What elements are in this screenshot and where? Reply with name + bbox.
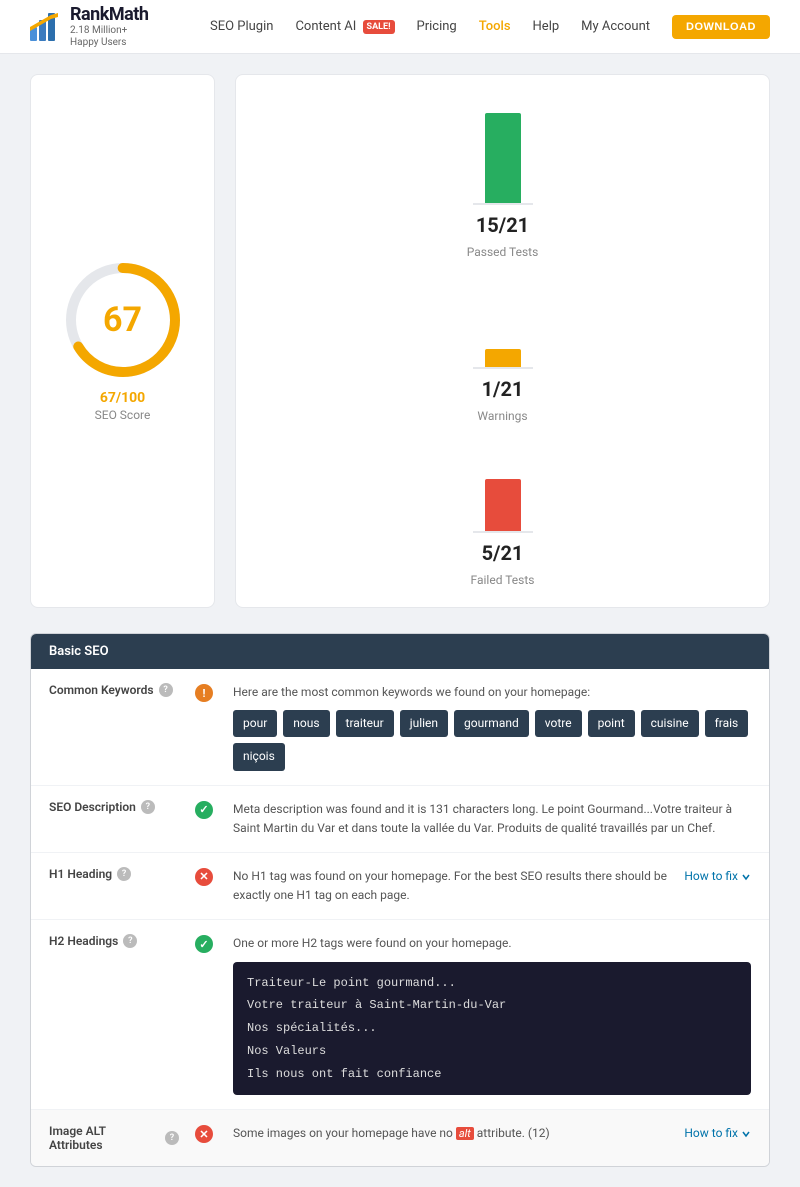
stat-passed: 15/21 Passed Tests xyxy=(467,95,539,259)
failed-label: Failed Tests xyxy=(471,573,535,587)
status-description: ✓ xyxy=(195,801,217,819)
help-icon-alt[interactable]: ? xyxy=(165,1131,179,1145)
label-h1-heading: H1 Heading ? xyxy=(49,867,179,881)
row-image-alt: Image ALT Attributes ? ✕ Some images on … xyxy=(31,1110,769,1166)
content-alt: Some images on your homepage have no alt… xyxy=(233,1124,751,1143)
fail-icon-h1: ✕ xyxy=(195,868,213,886)
basic-seo-header: Basic SEO xyxy=(31,634,769,669)
content-h1: No H1 tag was found on your homepage. Fo… xyxy=(233,867,751,905)
warnings-bar-wrap xyxy=(473,259,533,369)
score-label: 67/100 xyxy=(100,390,145,406)
label-common-keywords: Common Keywords ? xyxy=(49,683,179,697)
passed-bar xyxy=(485,113,521,203)
nav-my-account[interactable]: My Account xyxy=(581,19,650,34)
warnings-num: 1/21 xyxy=(482,377,524,401)
failed-num: 5/21 xyxy=(482,541,524,565)
help-icon-h1[interactable]: ? xyxy=(117,867,131,881)
nav-pricing[interactable]: Pricing xyxy=(417,19,457,34)
main-content: 67 67/100 SEO Score 15/21 Passed Tests 1… xyxy=(0,54,800,1187)
how-to-fix-h1[interactable]: How to fix xyxy=(684,867,751,886)
keyword-tags: pour nous traiteur julien gourmand votre… xyxy=(233,710,751,770)
nav-tools[interactable]: Tools xyxy=(479,19,511,34)
row-h1-heading: H1 Heading ? ✕ No H1 tag was found on yo… xyxy=(31,853,769,920)
status-alt: ✕ xyxy=(195,1125,217,1143)
stats-card: 15/21 Passed Tests 1/21 Warnings 5/21 Fa… xyxy=(235,74,770,608)
row-seo-description: SEO Description ? ✓ Meta description was… xyxy=(31,786,769,853)
stat-warnings: 1/21 Warnings xyxy=(473,259,533,423)
nav-seo-plugin[interactable]: SEO Plugin xyxy=(210,19,273,34)
h2-list: Traiteur-Le point gourmand... Votre trai… xyxy=(233,962,751,1096)
pass-icon-h2: ✓ xyxy=(195,935,213,953)
gauge-center: 67 xyxy=(103,300,142,340)
label-image-alt: Image ALT Attributes ? xyxy=(49,1124,179,1152)
content-keywords: Here are the most common keywords we fou… xyxy=(233,683,751,771)
kw-nicois: niçois xyxy=(233,743,285,770)
kw-gourmand: gourmand xyxy=(454,710,529,737)
nav-help[interactable]: Help xyxy=(533,19,560,34)
fail-icon-alt: ✕ xyxy=(195,1125,213,1143)
kw-traiteur: traiteur xyxy=(336,710,394,737)
main-nav: SEO Plugin Content AI SALE! Pricing Tool… xyxy=(210,15,770,39)
chevron-down-icon xyxy=(741,872,751,882)
sale-badge: SALE! xyxy=(363,20,395,34)
row-h2-headings: H2 Headings ? ✓ One or more H2 tags were… xyxy=(31,920,769,1110)
failed-bar xyxy=(485,479,521,531)
alt-keyword: alt xyxy=(456,1127,474,1140)
failed-bar-wrap xyxy=(473,423,533,533)
stat-failed: 5/21 Failed Tests xyxy=(471,423,535,587)
score-section: 67 67/100 SEO Score 15/21 Passed Tests 1… xyxy=(30,74,770,608)
download-button[interactable]: DOWNLOAD xyxy=(672,15,770,39)
header: RankMath 2.18 Million+ Happy Users SEO P… xyxy=(0,0,800,54)
chevron-down-icon-alt xyxy=(741,1129,751,1139)
basic-seo-section: Basic SEO Common Keywords ? ! Here are t… xyxy=(30,633,770,1167)
gauge-wrap: 67 xyxy=(63,260,183,380)
logo-icon xyxy=(30,13,62,41)
seo-score-card: 67 67/100 SEO Score xyxy=(30,74,215,608)
kw-pour: pour xyxy=(233,710,277,737)
logo-sub: 2.18 Million+ Happy Users xyxy=(70,25,148,49)
row-common-keywords: Common Keywords ? ! Here are the most co… xyxy=(31,669,769,786)
help-icon-description[interactable]: ? xyxy=(141,800,155,814)
passed-num: 15/21 xyxy=(476,213,529,237)
help-icon-h2[interactable]: ? xyxy=(123,934,137,948)
how-to-fix-alt[interactable]: How to fix xyxy=(684,1124,751,1143)
warn-icon: ! xyxy=(195,684,213,702)
content-h2: One or more H2 tags were found on your h… xyxy=(233,934,751,1095)
kw-cuisine: cuisine xyxy=(641,710,699,737)
passed-bar-wrap xyxy=(473,95,533,205)
label-h2-headings: H2 Headings ? xyxy=(49,934,179,948)
label-seo-description: SEO Description ? xyxy=(49,800,179,814)
status-keywords: ! xyxy=(195,684,217,702)
status-h2: ✓ xyxy=(195,935,217,953)
logo-text: RankMath 2.18 Million+ Happy Users xyxy=(70,4,148,49)
score-number: 67 xyxy=(103,300,142,340)
pass-icon-description: ✓ xyxy=(195,801,213,819)
passed-label: Passed Tests xyxy=(467,245,539,259)
kw-frais: frais xyxy=(705,710,749,737)
warnings-label: Warnings xyxy=(477,409,527,423)
score-sublabel: SEO Score xyxy=(95,408,151,422)
logo: RankMath 2.18 Million+ Happy Users xyxy=(30,4,148,49)
kw-nous: nous xyxy=(283,710,329,737)
warnings-bar xyxy=(485,349,521,367)
help-icon-keywords[interactable]: ? xyxy=(159,683,173,697)
nav-content-ai[interactable]: Content AI SALE! xyxy=(295,19,394,34)
status-h1: ✕ xyxy=(195,868,217,886)
kw-votre: votre xyxy=(535,710,582,737)
logo-name: RankMath xyxy=(70,4,148,25)
kw-julien: julien xyxy=(400,710,448,737)
kw-point: point xyxy=(588,710,635,737)
content-description: Meta description was found and it is 131… xyxy=(233,800,751,838)
